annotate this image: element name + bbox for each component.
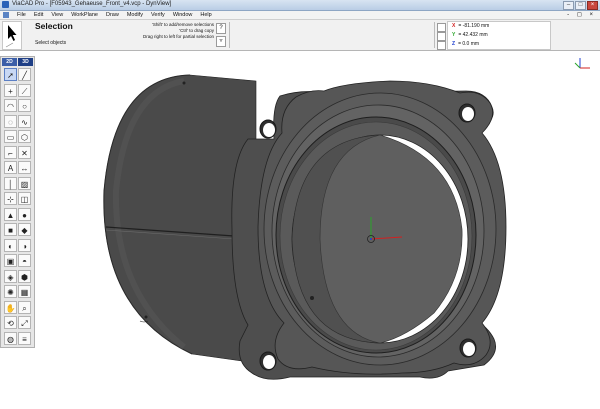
housing-model[interactable] (103, 74, 507, 380)
title-bar: ViaCAD Pro - [F05943_Gehaeuse_Front_v4.v… (0, 0, 600, 11)
shell-icon[interactable]: ▣ (4, 254, 17, 267)
menu-view[interactable]: View (47, 11, 67, 19)
fit-view-icon[interactable]: ⤢ (18, 316, 31, 329)
z-coordinate[interactable]: Z = 0.0 mm (452, 41, 479, 47)
y-axis-label: Y (452, 32, 456, 38)
window-controls: – □ × (563, 1, 598, 10)
tool-name: Selection (35, 21, 73, 31)
menu-bar: File Edit View WorkPlane Draw Modify Ver… (0, 11, 600, 20)
menu-file[interactable]: File (13, 11, 30, 19)
box-icon[interactable]: ■ (4, 223, 17, 236)
ellipse-icon[interactable]: ◌ (4, 114, 17, 128)
x-value: = -81.190 mm (458, 23, 490, 29)
pan-hand-icon[interactable]: ✋ (4, 300, 17, 314)
revolve-icon[interactable]: ◐ (4, 238, 17, 252)
arc-icon[interactable]: ◠ (4, 99, 17, 112)
menu-verify[interactable]: Verify (147, 11, 169, 19)
close-button[interactable]: × (587, 1, 598, 10)
model-canvas[interactable] (34, 51, 600, 409)
rotate-view-icon[interactable]: ⟲ (4, 316, 17, 329)
extrude-icon[interactable]: ▲ (4, 207, 17, 221)
cone-icon[interactable]: ◆ (18, 223, 31, 236)
polygon-icon[interactable]: ⬡ (18, 130, 31, 143)
coordinate-lock-button[interactable] (437, 23, 446, 32)
bolt-hole (259, 119, 277, 139)
layers-icon[interactable]: ≡ (18, 331, 31, 345)
text-icon[interactable]: A (4, 161, 17, 174)
hint-drag: Drag right to left for partial selection (142, 34, 214, 39)
dimension-icon[interactable]: ↔ (18, 161, 31, 174)
line-icon[interactable]: ╱ (18, 68, 31, 81)
help-button[interactable]: ? (216, 23, 226, 34)
render-icon[interactable]: ◍ (4, 331, 17, 345)
prompt-divider (229, 22, 230, 48)
z-axis-label: Z (452, 41, 456, 47)
surface-icon[interactable]: ◈ (4, 269, 17, 283)
sphere-icon[interactable]: ● (18, 207, 31, 221)
zoom-icon[interactable]: ⌕ (18, 300, 31, 314)
hatch-icon[interactable]: ▨ (18, 176, 31, 190)
spline-icon[interactable]: ∿ (18, 114, 31, 128)
coordinate-readout: X = -81.190 mm Y = 42.432 mm Z = 0.0 mm (447, 21, 551, 50)
menu-workplane[interactable]: WorkPlane (67, 11, 102, 19)
boolean-icon[interactable]: ⬢ (18, 269, 31, 283)
maximize-button[interactable]: □ (575, 1, 586, 10)
bolt-hole (259, 351, 277, 371)
rectangle-icon[interactable]: ▭ (4, 130, 17, 143)
coordinate-mode-button[interactable] (437, 32, 446, 41)
transform-icon[interactable]: ⊹ (4, 192, 17, 205)
prompt-bar: Selection Select objects 'Shift' to add/… (0, 20, 600, 51)
selection-arrow-icon (5, 25, 17, 48)
tool-palette: 2D 3D ➚ ╱ + ⟋ ◠ ○ ◌ ∿ ▭ ⬡ ⌐ ✕ A ↔ │ ▨ ⊹ ◫ ▲ ● ■ ◆ ◐ ◑ ▣ ◓ ◈ ⬢ ✺ ▦ ✋ ⌕ ⟲ ⤢… (0, 56, 35, 348)
x-coordinate[interactable]: X = -81.190 mm (452, 23, 489, 29)
hint-shift: 'Shift' to add/remove selections (151, 22, 214, 27)
window-title: ViaCAD Pro - [F05943_Gehaeuse_Front_v4.v… (12, 1, 172, 7)
3d-viewport[interactable] (34, 51, 600, 409)
hint-ctrl: 'Ctrl' to drag copy (179, 28, 214, 33)
select-arrow-icon[interactable]: ➚ (4, 68, 17, 81)
circle-icon[interactable]: ○ (18, 99, 31, 112)
menu-help[interactable]: Help (196, 11, 215, 19)
menu-draw[interactable]: Draw (102, 11, 123, 19)
trim-icon[interactable]: ⌐ (4, 145, 17, 159)
mirror-icon[interactable]: ◫ (18, 192, 31, 205)
minimize-button[interactable]: – (563, 1, 574, 10)
sweep-icon[interactable]: ◑ (18, 238, 31, 252)
coords-divider (434, 22, 435, 48)
view-orientation-triad-icon (574, 58, 590, 69)
menu-modify[interactable]: Modify (123, 11, 147, 19)
menu-window[interactable]: Window (169, 11, 197, 19)
y-value: = 42.432 mm (458, 32, 488, 38)
app-logo-icon (2, 1, 9, 8)
document-system-icon[interactable] (3, 12, 9, 18)
status-message: Select objects (35, 40, 67, 46)
bolt-hole (459, 338, 477, 358)
tab-2d[interactable]: 2D (2, 58, 17, 66)
coordinate-settings-button[interactable] (437, 41, 446, 50)
construction-icon[interactable]: │ (4, 176, 17, 190)
document-window-controls[interactable]: - ◻ × (567, 11, 596, 19)
current-tool-indicator (2, 21, 22, 50)
z-value: = 0.0 mm (458, 41, 480, 47)
camera-icon[interactable]: ▦ (18, 285, 31, 298)
light-icon[interactable]: ✺ (4, 285, 17, 298)
bolt-hole (458, 103, 476, 123)
options-button[interactable]: ▿ (216, 36, 226, 47)
fillet-icon[interactable]: ◓ (18, 254, 31, 267)
y-coordinate[interactable]: Y = 42.432 mm (452, 32, 488, 38)
palette-tabs: 2D 3D (2, 58, 33, 66)
polyline-icon[interactable]: ⟋ (18, 83, 31, 97)
tab-3d[interactable]: 3D (18, 58, 33, 66)
delete-icon[interactable]: ✕ (18, 145, 31, 159)
x-axis-label: X (452, 23, 456, 29)
menu-edit[interactable]: Edit (30, 11, 47, 19)
point-icon[interactable]: + (4, 83, 17, 97)
